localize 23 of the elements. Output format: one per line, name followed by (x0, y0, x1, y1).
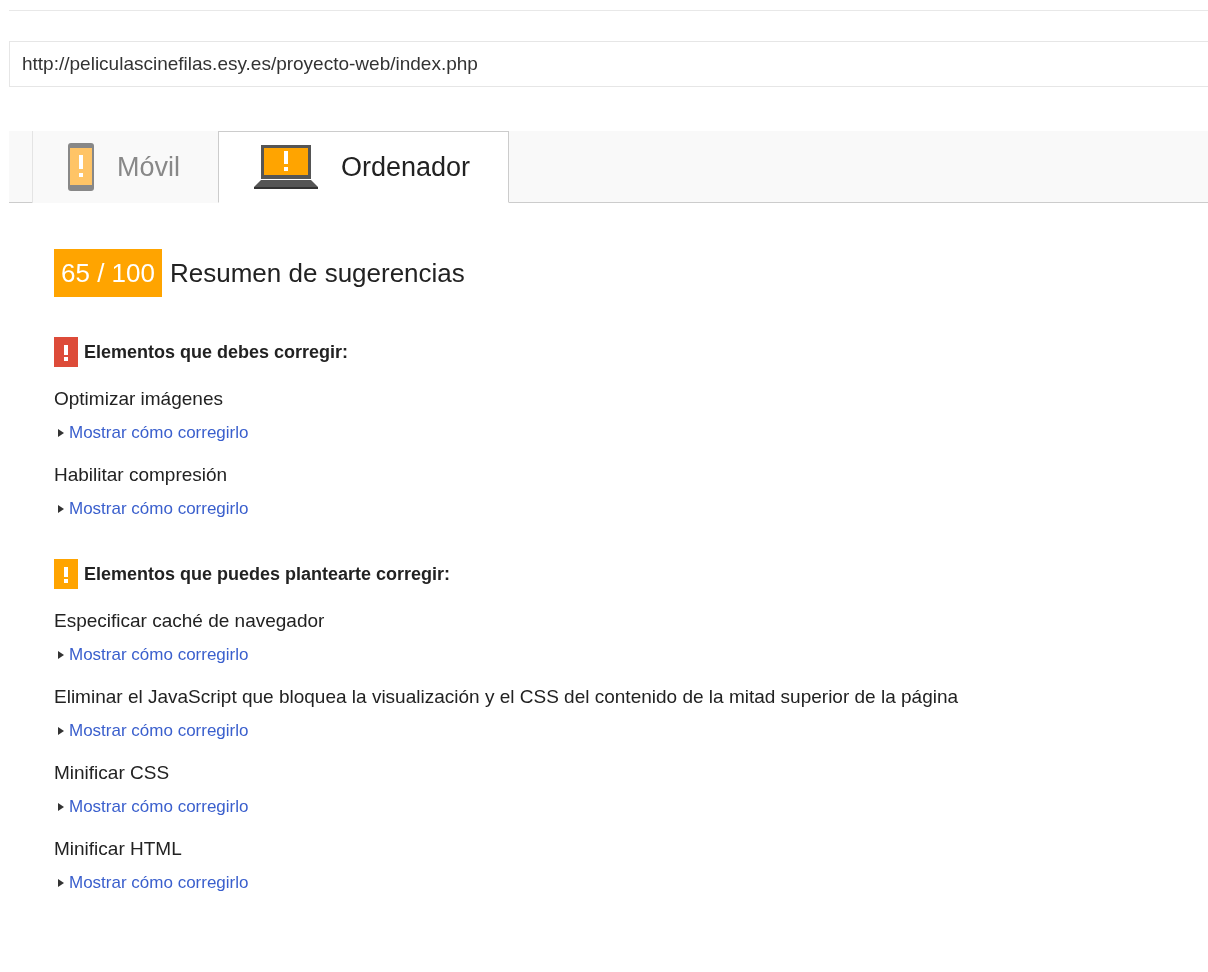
suggestion-title: Minificar HTML (54, 837, 183, 861)
url-field[interactable]: http://peliculascinefilas.esy.es/proyecto-web/index.php (9, 41, 1208, 87)
suggestion-title: Minificar CSS (54, 761, 171, 785)
show-fix-link[interactable]: Mostrar cómo corregirlo (69, 797, 249, 817)
section-heading: Elementos que debes corregir: (84, 341, 349, 363)
exclamation-icon (54, 559, 78, 589)
phone-icon (67, 142, 95, 192)
section-heading: Elementos que puedes plantearte corregir: (84, 563, 451, 585)
laptop-icon (253, 145, 319, 189)
suggestion-title: Especificar caché de navegador (54, 609, 326, 633)
summary-title: Resumen de sugerencias (170, 257, 465, 289)
exclamation-icon (54, 337, 78, 367)
show-fix-link[interactable]: Mostrar cómo corregirlo (69, 423, 249, 443)
score-badge: 65 / 100 (54, 249, 162, 297)
show-fix-link[interactable]: Mostrar cómo corregirlo (69, 645, 249, 665)
show-fix-link[interactable]: Mostrar cómo corregirlo (69, 499, 249, 519)
show-fix-link[interactable]: Mostrar cómo corregirlo (69, 873, 249, 893)
device-tab[interactable]: Ordenador (218, 131, 509, 203)
suggestion-title: Habilitar compresión (54, 463, 229, 487)
device-tab[interactable]: Móvil (32, 131, 218, 203)
suggestion-title: Eliminar el JavaScript que bloquea la visualización y el CSS del contenido de la mitad superior de la página (54, 685, 960, 709)
suggestion-title: Optimizar imágenes (54, 387, 224, 411)
show-fix-link[interactable]: Mostrar cómo corregirlo (69, 721, 249, 741)
